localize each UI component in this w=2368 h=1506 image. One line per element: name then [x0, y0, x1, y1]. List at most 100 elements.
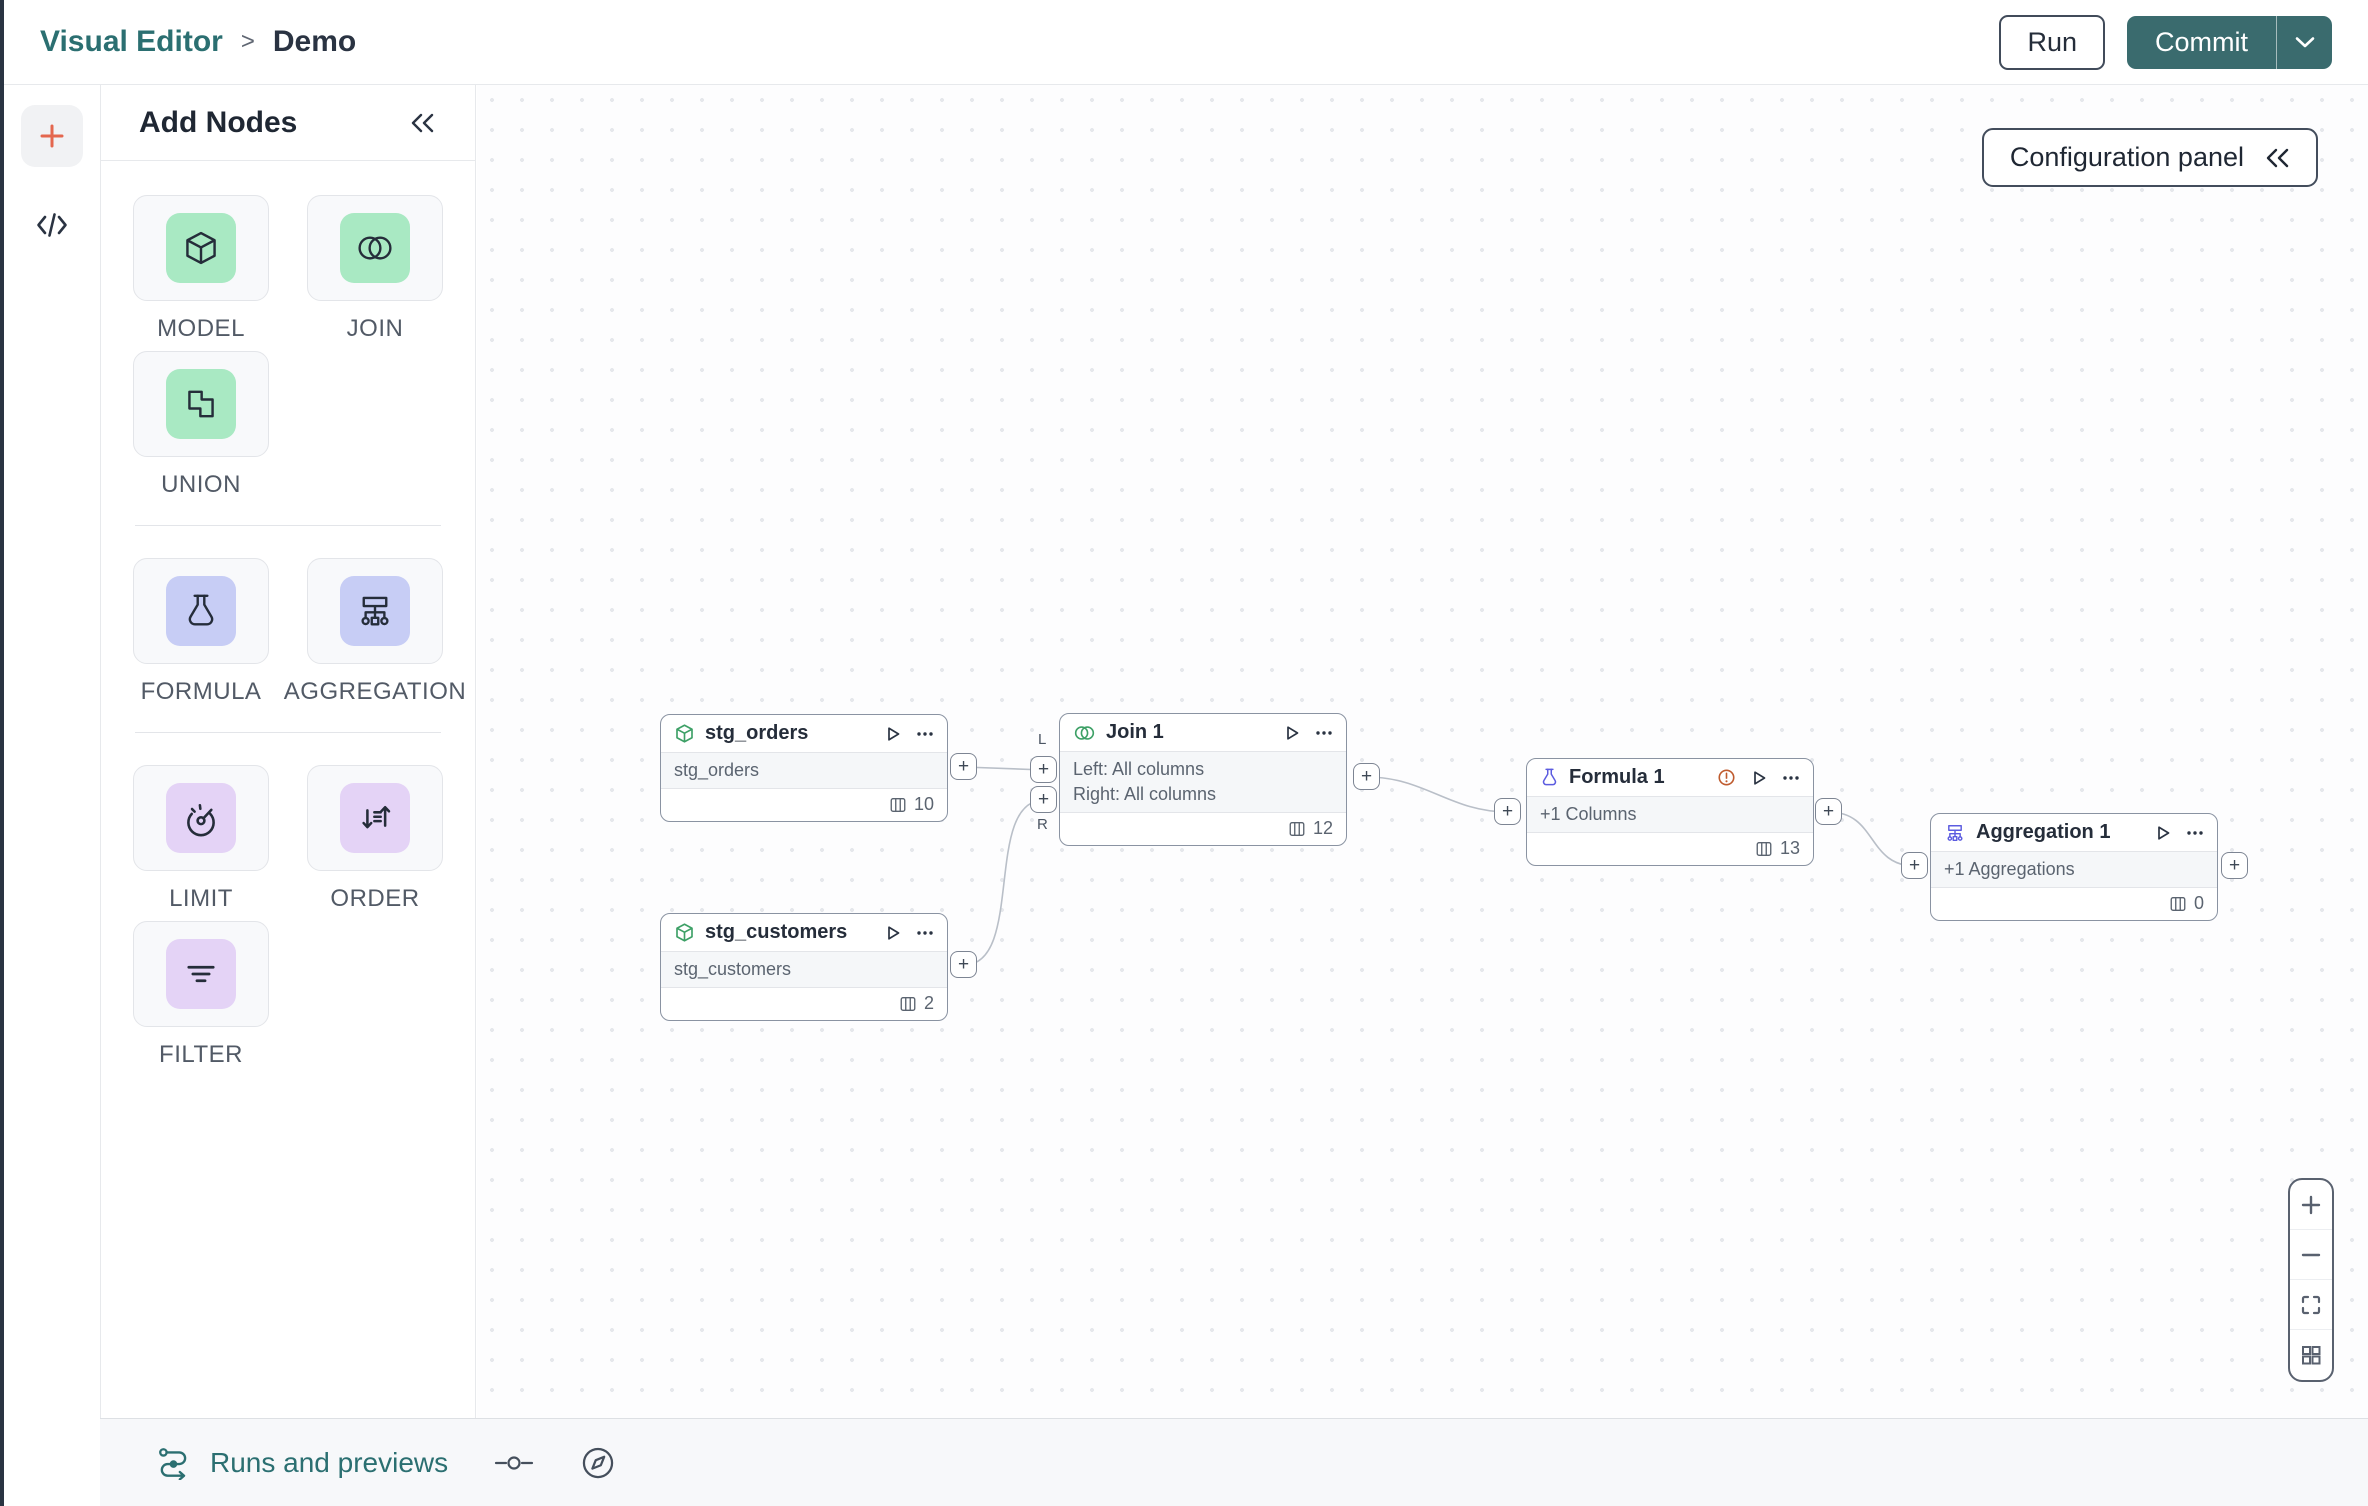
node-body-line: stg_orders: [674, 760, 760, 780]
node-body-line: stg_customers: [674, 959, 792, 979]
compass-icon[interactable]: [580, 1445, 616, 1481]
columns-icon: [1288, 820, 1306, 838]
collapse-panel-icon[interactable]: [409, 113, 435, 133]
node-tiles: MODEL JOIN UNION FORMULA AGGREGATION LIM…: [101, 161, 475, 1069]
union-squares-icon: [166, 369, 236, 439]
node-body-line: +1 Columns: [1540, 804, 1637, 824]
port-formula-input[interactable]: +: [1494, 798, 1521, 825]
fit-view-icon: [2299, 1293, 2323, 1317]
add-nodes-panel: Add Nodes MODEL JOIN UNION FORMULA AGGRE…: [100, 85, 476, 1418]
column-count: 2: [923, 993, 934, 1013]
tile-formula-label: FORMULA: [140, 678, 262, 705]
bottom-bar: Runs and previews: [100, 1418, 2368, 1506]
tile-limit[interactable]: LIMIT: [133, 765, 269, 913]
breadcrumb-visual-editor[interactable]: Visual Editor: [40, 25, 223, 59]
add-nodes-header: Add Nodes: [101, 85, 475, 161]
columns-icon: [1755, 840, 1773, 858]
node-body-line: +1 Aggregations: [1944, 859, 2075, 879]
node-formula-1[interactable]: Formula 1 +1 Columns 13: [1526, 758, 1814, 866]
tile-aggregation-label: AGGREGATION: [283, 678, 467, 705]
configuration-panel-button[interactable]: Configuration panel: [1981, 128, 2318, 187]
commit-node-icon[interactable]: [494, 1454, 534, 1472]
tile-filter-label: FILTER: [159, 1041, 243, 1068]
commit-dropdown-button[interactable]: [2276, 15, 2332, 69]
zoom-out-button[interactable]: [2290, 1230, 2332, 1280]
tile-limit-label: LIMIT: [169, 885, 233, 912]
tiles-divider: [135, 732, 441, 733]
port-join-left-input[interactable]: +: [1030, 756, 1057, 783]
node-join-1[interactable]: Join 1 Left: All columns Right: All colu…: [1059, 713, 1347, 846]
code-view-button[interactable]: [21, 211, 83, 239]
columns-icon: [889, 796, 907, 814]
tile-model[interactable]: MODEL: [133, 195, 269, 343]
port-formula-output[interactable]: +: [1815, 798, 1842, 825]
node-body-line: Left: All columns: [1073, 759, 1205, 779]
model-cube-icon: [166, 213, 236, 283]
tile-formula[interactable]: FORMULA: [133, 558, 269, 706]
top-actions: Run Commit: [1999, 14, 2332, 70]
play-icon[interactable]: [884, 725, 902, 743]
aggregation-tree-icon: [1944, 823, 1966, 843]
formula-flask-icon: [1540, 767, 1559, 788]
chevron-down-icon: [2294, 35, 2316, 49]
node-body-line: Right: All columns: [1073, 784, 1217, 804]
plus-icon: +: [1360, 766, 1373, 787]
tile-aggregation[interactable]: AGGREGATION: [284, 558, 466, 706]
node-stg-customers[interactable]: stg_customers stg_customers 2: [660, 913, 948, 1021]
tile-union-label: UNION: [161, 471, 241, 498]
zoom-in-button[interactable]: [2290, 1180, 2332, 1230]
port-stg-customers-output[interactable]: +: [950, 951, 977, 978]
tile-union[interactable]: UNION: [133, 351, 269, 499]
play-icon[interactable]: [1283, 724, 1301, 742]
plus-icon: +: [1037, 759, 1050, 780]
node-title: Formula 1: [1569, 766, 1665, 788]
node-title: Aggregation 1: [1976, 821, 2111, 843]
tile-filter[interactable]: FILTER: [133, 921, 269, 1069]
tiles-divider: [135, 525, 441, 526]
play-icon[interactable]: [2154, 824, 2172, 842]
edge-join-to-formula: [1366, 776, 1509, 813]
model-cube-icon: [674, 723, 695, 744]
plus-icon: [2299, 1193, 2323, 1217]
add-node-rail-button[interactable]: [21, 105, 83, 167]
breadcrumb-current: Demo: [272, 25, 357, 58]
node-aggregation-1[interactable]: Aggregation 1 +1 Aggregations 0: [1930, 813, 2218, 921]
columns-icon: [899, 995, 917, 1013]
play-icon[interactable]: [1750, 769, 1768, 787]
more-menu-icon[interactable]: [2186, 830, 2204, 836]
breadcrumb: Visual Editor > Demo: [40, 25, 356, 59]
tile-join[interactable]: JOIN: [307, 195, 443, 343]
tile-join-label: JOIN: [346, 315, 404, 342]
configuration-panel-label: Configuration panel: [2009, 142, 2244, 172]
tile-model-label: MODEL: [157, 315, 245, 342]
more-menu-icon[interactable]: [1782, 775, 1800, 781]
port-aggregation-output[interactable]: +: [2221, 852, 2248, 879]
play-icon[interactable]: [884, 924, 902, 942]
column-count: 13: [1779, 838, 1800, 858]
port-aggregation-input[interactable]: +: [1901, 852, 1928, 879]
limit-gauge-icon: [166, 783, 236, 853]
order-sort-icon: [340, 783, 410, 853]
node-title: stg_orders: [705, 722, 809, 744]
port-join-right-input[interactable]: +: [1030, 786, 1057, 813]
edge-stg-customers-to-join-r: [963, 799, 1045, 966]
commit-split-button: Commit: [2127, 15, 2332, 69]
flow-canvas[interactable]: Configuration panel stg_orders stg_order…: [477, 85, 2368, 1418]
tile-order[interactable]: ORDER: [307, 765, 443, 913]
fit-view-button[interactable]: [2290, 1280, 2332, 1330]
node-stg-orders[interactable]: stg_orders stg_orders 10: [660, 714, 948, 822]
more-menu-icon[interactable]: [916, 930, 934, 936]
run-button[interactable]: Run: [1999, 14, 2105, 70]
plus-icon: [36, 120, 68, 152]
plus-icon: +: [1501, 801, 1514, 822]
minimap-button[interactable]: [2290, 1330, 2332, 1380]
join-venn-icon: [1073, 724, 1096, 742]
minus-icon: [2299, 1243, 2323, 1267]
more-menu-icon[interactable]: [1315, 730, 1333, 736]
port-stg-orders-output[interactable]: +: [950, 753, 977, 780]
commit-button[interactable]: Commit: [2127, 16, 2276, 69]
runs-and-previews-toggle[interactable]: Runs and previews: [156, 1446, 448, 1480]
more-menu-icon[interactable]: [916, 731, 934, 737]
port-join-output[interactable]: +: [1353, 763, 1380, 790]
plus-icon: +: [957, 756, 970, 777]
